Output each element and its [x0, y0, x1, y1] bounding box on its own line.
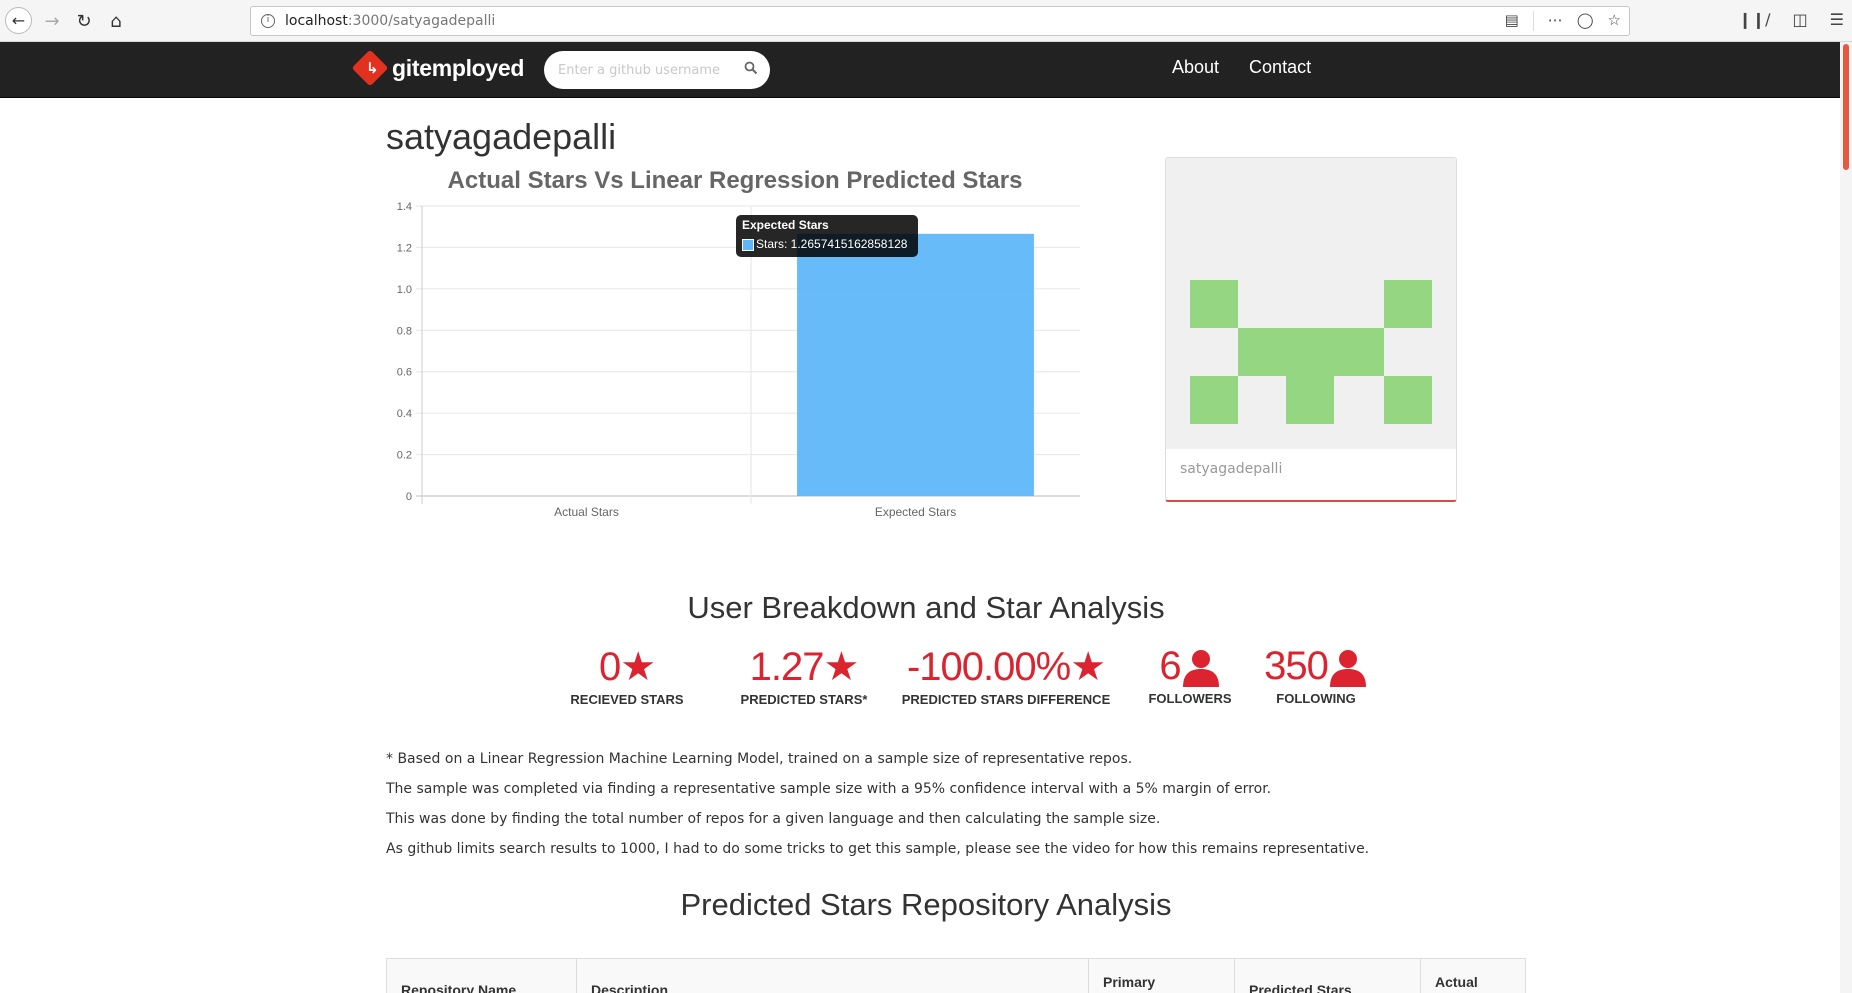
model-note: The sample was completed via finding a r… [386, 781, 1272, 797]
forward-arrow-icon[interactable]: → [39, 8, 65, 34]
y-tick-label: 0.2 [397, 450, 412, 462]
back-arrow-icon[interactable]: ← [5, 7, 32, 34]
stat-value: 1.27 [749, 644, 825, 689]
star-icon: ★ [620, 645, 656, 689]
identicon-avatar [1166, 158, 1456, 449]
url-text[interactable]: localhost:3000/satyagadepalli [285, 13, 495, 29]
y-tick-label: 0 [406, 491, 412, 503]
nav-link-contact[interactable]: Contact [1249, 57, 1311, 78]
browser-toolbar: ← → ↻ ⌂ i localhost:3000/satyagadepalli … [0, 0, 1852, 42]
star-icon: ★ [823, 645, 860, 689]
home-icon[interactable]: ⌂ [103, 8, 129, 34]
user-icon [1329, 649, 1366, 687]
column-header[interactable]: Description [577, 959, 1089, 993]
tooltip-swatch [742, 239, 754, 251]
model-note: This was done by finding the total numbe… [386, 811, 1161, 827]
column-header[interactable]: Actual [1421, 959, 1525, 993]
chart-tooltip: Expected Stars Stars: 1.2657415162858128 [736, 215, 918, 257]
stat-label: FOLLOWING [1276, 691, 1356, 706]
user-icon [1182, 649, 1219, 687]
stat-received-stars: 0 ★ RECIEVED STARS [568, 644, 686, 708]
model-note: As github limits search results to 1000,… [386, 841, 1370, 857]
pocket-icon[interactable]: ◯ [1577, 11, 1594, 31]
bar [797, 233, 1034, 497]
reload-icon[interactable]: ↻ [71, 8, 97, 34]
brand-name: gitemployed [392, 54, 525, 81]
page-title: satyagadepalli [386, 116, 617, 157]
stat-label: RECIEVED STARS [570, 692, 684, 707]
star-icon: ★ [1070, 645, 1106, 689]
git-logo-icon: ↳ [351, 49, 389, 87]
site-info-icon[interactable]: i [261, 14, 275, 28]
avatar-card: satyagadepalli [1165, 157, 1457, 502]
repo-table: Repository Name Description Primary Pred… [386, 958, 1526, 993]
stat-predicted-difference: -100.00% ★ PREDICTED STARS DIFFERENCE [900, 644, 1112, 708]
page-scrollbar[interactable] [1840, 42, 1852, 993]
brand-link[interactable]: ↳ gitemployed [351, 49, 525, 87]
scrollbar-thumb[interactable] [1843, 44, 1849, 170]
column-header[interactable]: Predicted Stars [1235, 959, 1421, 993]
stat-followers: 6 FOLLOWERS [1145, 644, 1235, 706]
avatar-username: satyagadepalli [1180, 461, 1283, 477]
model-note: * Based on a Linear Regression Machine L… [386, 751, 1133, 767]
stat-label: FOLLOWERS [1148, 691, 1232, 706]
address-bar[interactable]: i localhost:3000/satyagadepalli ▤ ⋯ ◯ ☆ [250, 6, 1630, 36]
y-tick-label: 0.4 [397, 408, 412, 420]
stat-value: -100.00% [906, 644, 1071, 689]
search-box [544, 51, 770, 89]
stat-following: 350 FOLLOWING [1258, 644, 1374, 706]
search-icon[interactable] [744, 61, 758, 75]
stat-value: 0 [598, 644, 621, 689]
menu-icon[interactable]: ☰ [1830, 10, 1844, 29]
y-tick-label: 0.6 [397, 367, 412, 379]
breakdown-title: User Breakdown and Star Analysis [687, 590, 1165, 625]
y-tick-label: 1.4 [397, 201, 412, 213]
divider [1532, 11, 1534, 31]
tooltip-title: Expected Stars [742, 218, 829, 232]
more-actions-icon[interactable]: ⋯ [1548, 11, 1563, 31]
stat-label: PREDICTED STARS DIFFERENCE [901, 692, 1111, 707]
x-tick-label: Expected Stars [875, 505, 956, 519]
stat-predicted-stars: 1.27 ★ PREDICTED STARS* [738, 644, 870, 708]
stat-label: PREDICTED STARS* [740, 692, 868, 707]
x-tick-label: Actual Stars [554, 505, 619, 519]
tooltip-body: Stars: 1.2657415162858128 [756, 237, 908, 251]
stat-value: 6 [1159, 644, 1181, 688]
sidebar-icon[interactable]: ◫ [1793, 10, 1808, 29]
y-tick-label: 1.0 [397, 284, 412, 296]
reader-view-icon[interactable]: ▤ [1505, 11, 1519, 31]
repo-analysis-title: Predicted Stars Repository Analysis [680, 887, 1172, 922]
y-tick-label: 0.8 [397, 325, 412, 337]
column-header[interactable]: Repository Name [387, 959, 577, 993]
library-icon[interactable]: ❙❙∕ [1738, 10, 1770, 29]
bookmark-star-icon[interactable]: ☆ [1608, 11, 1621, 31]
stat-value: 350 [1264, 644, 1329, 688]
nav-link-about[interactable]: About [1172, 57, 1219, 78]
y-tick-label: 1.2 [397, 242, 412, 254]
column-header[interactable]: Primary [1089, 959, 1235, 993]
site-navbar: ↳ gitemployed About Contact [0, 42, 1840, 98]
chart-title: Actual Stars Vs Linear Regression Predic… [447, 167, 1023, 194]
search-input[interactable] [558, 60, 738, 80]
